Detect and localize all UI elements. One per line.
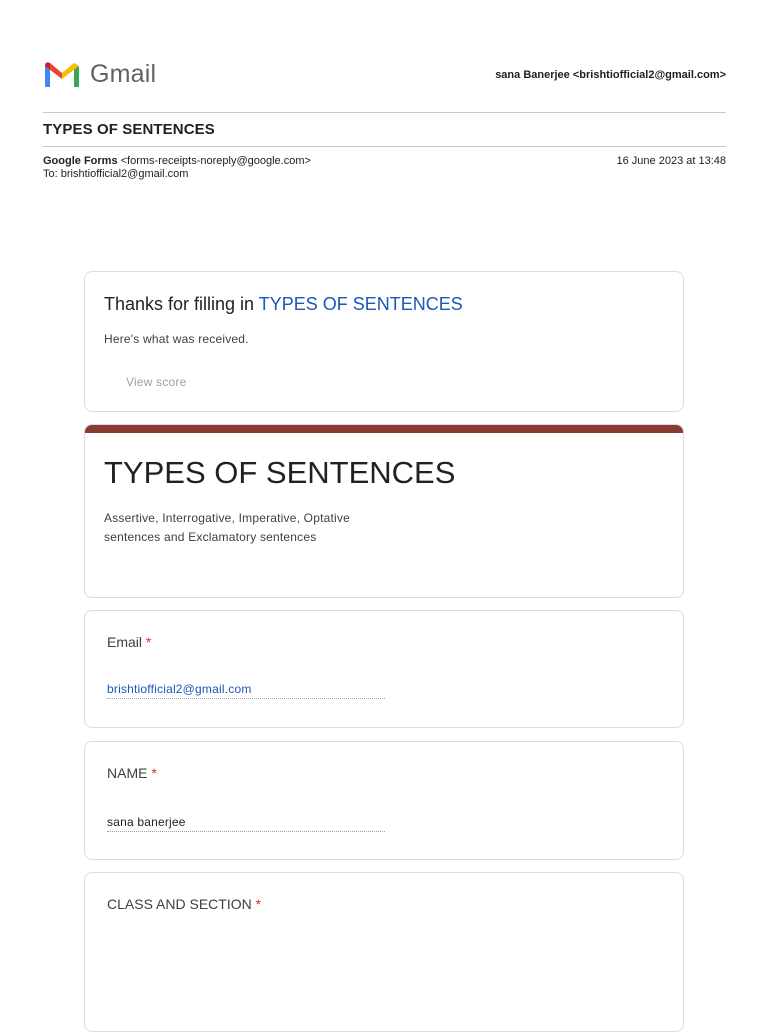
email-subject: TYPES OF SENTENCES [43,121,215,138]
question-text: NAME [107,765,148,781]
view-score-button[interactable]: View score [126,375,186,389]
account-label: sana Banerjee <brishtiofficial2@gmail.co… [495,69,726,81]
question-card-email: Email * brishtiofficial2@gmail.com [84,610,684,728]
form-title-card: TYPES OF SENTENCES Assertive, Interrogat… [84,424,684,598]
sender-name: Google Forms [43,155,118,167]
receipt-card: Thanks for filling in TYPES OF SENTENCES… [84,271,684,412]
question-label: CLASS AND SECTION * [107,896,261,912]
question-label: NAME * [107,765,157,781]
receipt-title: Thanks for filling in TYPES OF SENTENCES [104,294,463,315]
sender-address[interactable]: <forms-receipts-noreply@google.com> [121,155,311,167]
question-text: Email [107,634,143,650]
email-date: 16 June 2023 at 13:48 [616,155,726,167]
answer-email[interactable]: brishtiofficial2@gmail.com [107,682,385,699]
question-text: CLASS AND SECTION [107,896,252,912]
gmail-logo: Gmail [43,60,156,89]
required-marker: * [151,765,157,781]
received-text: Here's what was received. [104,332,249,346]
required-marker: * [255,896,262,912]
thanks-text: Thanks for filling in [104,294,255,314]
question-card-name: NAME * sana banerjee [84,741,684,860]
email-meta: Google Forms <forms-receipts-noreply@goo… [43,155,726,181]
gmail-m-icon [45,62,79,87]
divider [43,146,726,147]
gmail-logo-text: Gmail [90,60,157,88]
question-label: Email * [107,634,151,650]
required-marker: * [145,634,152,650]
answer-name: sana banerjee [107,815,385,832]
form-accent-bar [85,425,683,433]
form-link[interactable]: TYPES OF SENTENCES [259,294,463,314]
form-title: TYPES OF SENTENCES [104,455,456,490]
form-description: Assertive, Interrogative, Imperative, Op… [104,511,350,544]
question-card-class-section: CLASS AND SECTION * [84,872,684,1032]
divider [43,112,726,113]
email-recipient: To: brishtiofficial2@gmail.com [43,168,189,180]
gmail-header: Gmail sana Banerjee <brishtiofficial2@gm… [43,56,726,96]
